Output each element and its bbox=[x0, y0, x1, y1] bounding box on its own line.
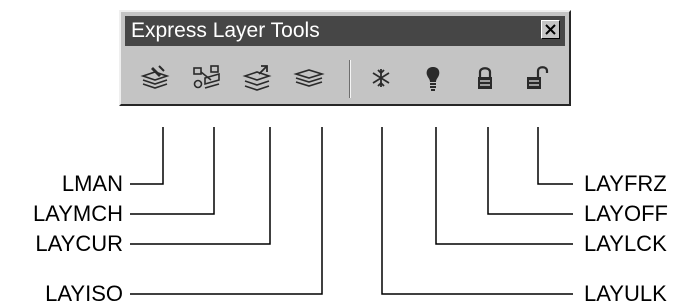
leader-lman bbox=[130, 127, 164, 185]
leader-layulk bbox=[381, 127, 573, 295]
callout-laymch: LAYMCH bbox=[32, 201, 123, 226]
leader-laymch bbox=[130, 127, 215, 215]
leader-layiso bbox=[130, 127, 323, 295]
callout-layfrz: LAYFRZ bbox=[584, 171, 667, 196]
callout-laycur: LAYCUR bbox=[35, 231, 123, 256]
callout-layoff: LAYOFF bbox=[584, 201, 668, 226]
callout-leader-lines bbox=[130, 127, 573, 295]
callout-lman: LMAN bbox=[61, 171, 123, 196]
figure: Express Layer Tools LMAN LAYMCH LAYCUR L… bbox=[0, 0, 691, 304]
callout-layulk: LAYULK bbox=[584, 281, 667, 304]
leader-laylck bbox=[435, 127, 573, 245]
callout-layiso: LAYISO bbox=[45, 281, 123, 304]
leader-layfrz bbox=[537, 127, 573, 185]
leader-layoff bbox=[487, 127, 573, 215]
leader-laycur bbox=[130, 127, 271, 245]
callout-laylck: LAYLCK bbox=[584, 231, 667, 256]
